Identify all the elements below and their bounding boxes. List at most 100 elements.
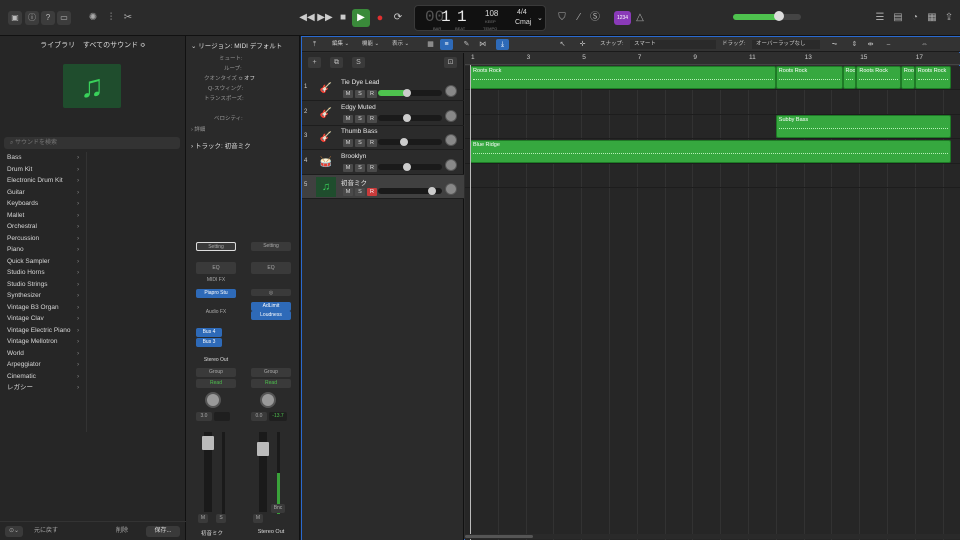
library-item[interactable]: Piano › xyxy=(0,244,186,256)
track-inspector-header[interactable]: › トラック: 初音ミク xyxy=(191,140,251,150)
details-toggle[interactable]: › 詳細 xyxy=(191,125,205,133)
track-volume-knob[interactable] xyxy=(428,187,437,195)
arrange-grid[interactable]: Roots RockRoots RockRootsRoots RockRoots… xyxy=(465,66,960,540)
save-button[interactable]: 保存... xyxy=(146,526,180,537)
track-record-button[interactable]: R xyxy=(367,90,377,98)
cycle-button[interactable]: ⟳ xyxy=(389,9,407,27)
library-item[interactable]: Synthesizer › xyxy=(0,290,186,302)
midi-region[interactable]: Subby Bass xyxy=(775,115,951,138)
track-solo-button[interactable]: S xyxy=(355,90,365,98)
track-volume-slider[interactable] xyxy=(378,162,442,171)
horizontal-scrollbar[interactable] xyxy=(465,534,960,539)
track-name[interactable]: 初音ミク xyxy=(341,177,367,187)
track-mute-button[interactable]: M xyxy=(343,114,353,123)
strip2-pan-knob[interactable] xyxy=(260,392,276,408)
toolbar-toggle-icon[interactable]: ▭ xyxy=(57,11,71,25)
acoustic-guitar-icon[interactable]: 🎸 xyxy=(316,104,336,124)
add-track-button[interactable]: + xyxy=(308,57,321,68)
library-item[interactable]: Cinematic › xyxy=(0,371,186,383)
library-item[interactable]: レガシー › xyxy=(0,382,186,394)
music-note-icon[interactable]: ♫ xyxy=(316,177,336,197)
vertical-zoom-slider-icon[interactable]: ⎯ xyxy=(882,39,895,50)
track-header[interactable]: 3 🎸 Thumb Bass M S R xyxy=(302,126,464,150)
midi-region[interactable]: Roots Rock xyxy=(856,66,901,89)
track-mute-button[interactable]: M xyxy=(343,163,353,172)
strip1-instrument-slot[interactable]: Piapro Stu xyxy=(196,289,236,298)
strip1-solo-button[interactable]: S xyxy=(216,514,226,523)
flex-icon[interactable]: ⋈ xyxy=(476,39,489,50)
function-menu[interactable]: 機能 ⌄ xyxy=(362,40,379,49)
strip2-automation[interactable]: Read xyxy=(251,379,291,388)
track-lane[interactable] xyxy=(465,164,960,188)
notepad-icon[interactable]: ▤ xyxy=(891,11,905,25)
zoom-fit-icon[interactable]: ⇹ xyxy=(864,39,877,50)
strip1-send-bus2[interactable]: Bus 3 xyxy=(196,338,222,347)
track-pan-knob[interactable] xyxy=(445,85,457,97)
track-name[interactable]: Tie Dye Lead xyxy=(341,79,379,86)
track-record-button[interactable]: R xyxy=(367,188,377,196)
metronome-icon[interactable]: △ xyxy=(633,11,647,25)
track-pan-knob[interactable] xyxy=(445,134,457,146)
quick-help-icon[interactable]: ? xyxy=(41,11,55,25)
strip1-pan-knob[interactable] xyxy=(205,392,221,408)
loop-browser-icon[interactable]: ◔ xyxy=(908,11,922,25)
lcd-display[interactable]: 00 1 1 BAR BEAT 108 KEEP TEMPO 4/4 Cmaj … xyxy=(414,5,546,31)
track-mute-button[interactable]: M xyxy=(343,139,353,147)
drum-kit-icon[interactable]: 🥁 xyxy=(316,153,336,173)
track-name[interactable]: Edgy Muted xyxy=(341,104,376,111)
pencil-tool-icon[interactable]: ✎ xyxy=(460,39,473,50)
library-item[interactable]: Vintage B3 Organ › xyxy=(0,302,186,314)
stop-button[interactable]: ■ xyxy=(334,9,352,27)
list-editors-icon[interactable]: ☰ xyxy=(873,11,887,25)
strip1-send-bus1[interactable]: Bus 4 xyxy=(196,328,222,337)
library-item[interactable]: Studio Horns › xyxy=(0,267,186,279)
tuner-icon[interactable]: ⁄ xyxy=(572,11,586,25)
lcd-chevron-icon[interactable]: ⌄ xyxy=(537,14,543,22)
strip2-setting-button[interactable]: Setting xyxy=(251,242,291,251)
track-volume-slider[interactable] xyxy=(378,113,442,122)
solo-mode-icon[interactable]: Ⓢ xyxy=(588,11,602,25)
track-header[interactable]: 4 🥁 Brooklyn M S R xyxy=(302,151,464,175)
track-record-button[interactable]: R xyxy=(367,139,377,147)
waveform-zoom-icon[interactable]: ⏦ xyxy=(828,39,841,50)
midi-region[interactable]: Roots Rock xyxy=(914,66,951,89)
back-arrow-icon[interactable]: ⤒ xyxy=(308,39,321,50)
library-item[interactable]: Vintage Clav › xyxy=(0,313,186,325)
marquee-tool-icon[interactable]: ✛ xyxy=(576,39,589,50)
track-header[interactable]: 2 🎸 Edgy Muted M S R xyxy=(302,102,464,126)
track-pan-knob[interactable] xyxy=(445,158,457,171)
track-volume-slider[interactable] xyxy=(378,187,442,195)
global-solo-button[interactable]: S xyxy=(352,57,365,68)
strip2-eq-button[interactable]: EQ xyxy=(251,262,291,274)
strip2-fader-cap[interactable] xyxy=(257,442,269,456)
library-item[interactable]: Vintage Mellotron › xyxy=(0,336,186,348)
track-solo-button[interactable]: S xyxy=(355,139,365,147)
track-pan-knob[interactable] xyxy=(445,183,457,195)
record-button[interactable]: ● xyxy=(371,9,389,27)
library-item[interactable]: Mallet › xyxy=(0,210,186,222)
quantize-label[interactable]: クオンタイズ ≎ xyxy=(204,74,243,82)
track-volume-slider[interactable] xyxy=(378,138,442,146)
strip2-group[interactable]: Group xyxy=(251,368,291,377)
track-pan-knob[interactable] xyxy=(445,109,457,122)
library-item[interactable]: Bass › xyxy=(0,152,186,164)
track-solo-button[interactable]: S xyxy=(355,163,365,172)
library-sounds-selector[interactable]: すべてのサウンド ≎ xyxy=(83,42,146,49)
snap-select[interactable]: スマート xyxy=(630,40,716,49)
library-item[interactable]: World › xyxy=(0,348,186,360)
revert-button[interactable]: 元に戻す xyxy=(30,526,62,537)
master-volume-knob[interactable] xyxy=(774,11,785,21)
strip2-mute-button[interactable]: M xyxy=(253,514,263,523)
track-mute-button[interactable]: M xyxy=(343,188,353,196)
library-item[interactable]: Percussion › xyxy=(0,233,186,245)
midi-region[interactable]: Roots xyxy=(842,66,857,89)
strip1-mute-button[interactable]: M xyxy=(198,514,208,523)
strip1-output[interactable]: Stereo Out xyxy=(196,356,236,365)
vertical-zoom-icon[interactable]: ⇕ xyxy=(848,39,861,50)
library-item[interactable]: Orchestral › xyxy=(0,221,186,233)
fast-forward-button[interactable]: ▶▶ xyxy=(316,9,334,27)
track-name[interactable]: Thumb Bass xyxy=(341,128,378,135)
electric-guitar-icon[interactable]: 🎸 xyxy=(316,79,336,99)
track-lane[interactable] xyxy=(465,91,960,115)
rewind-button[interactable]: ◀◀ xyxy=(298,9,316,27)
